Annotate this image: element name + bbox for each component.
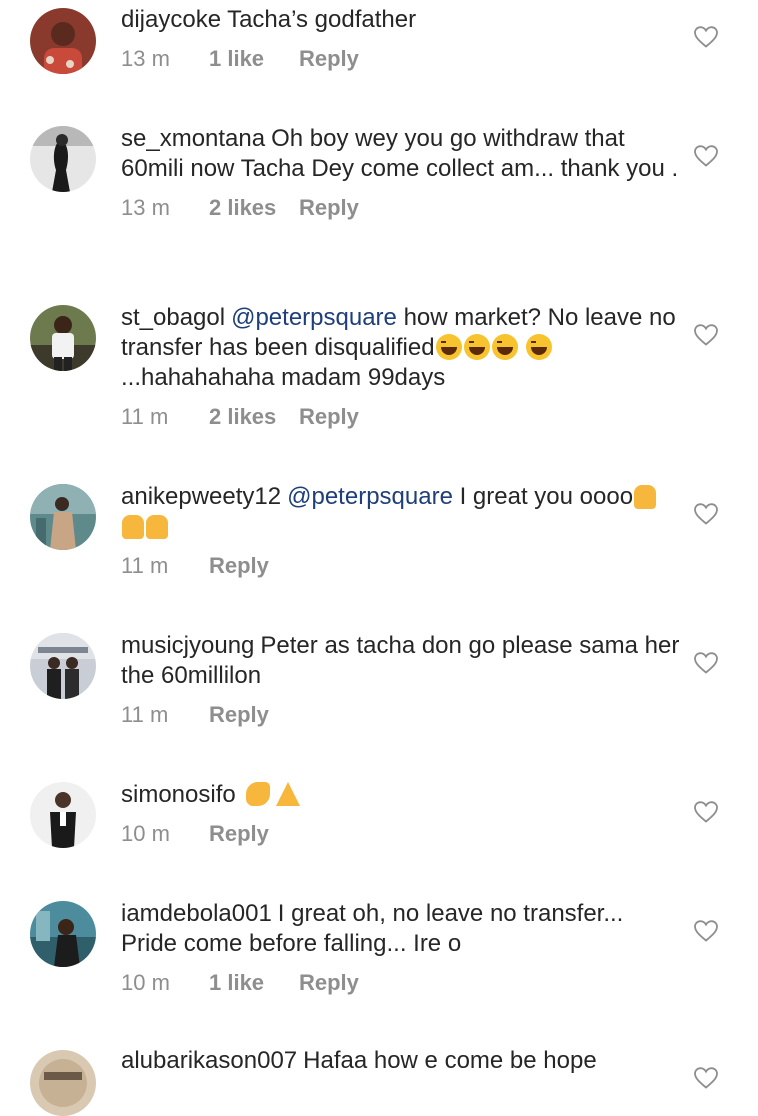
comment-likes[interactable]: 1 like [209,46,299,72]
comment-username[interactable]: dijaycoke [121,6,221,33]
comment-meta: 10 m Reply [121,821,681,847]
comment-meta: 11 m Reply [121,553,681,579]
flexed-biceps-emoji-icon [245,782,270,806]
comment-username[interactable]: simonosifo [121,781,236,808]
reply-button[interactable]: Reply [299,195,359,221]
comment-time: 13 m [121,195,170,220]
heart-outline-icon[interactable] [694,801,718,823]
laughing-emoji-icon [526,334,553,360]
comment-username[interactable]: alubarikason007 [121,1047,297,1074]
praying-hands-emoji-icon [275,782,300,806]
comment-time: 10 m [121,970,170,995]
raising-hands-emoji-icon [146,515,168,539]
comment-time: 13 m [121,46,170,71]
comment-text: st_obagol @peterpsquare how market? No le… [121,304,676,391]
heart-outline-icon[interactable] [694,503,718,525]
comment-username[interactable]: anikepweety12 [121,483,281,510]
comment-username[interactable]: se_xmontana [121,125,265,152]
heart-outline-icon[interactable] [694,652,718,674]
comment-meta: 10 m 1 like Reply [121,970,681,996]
reply-button[interactable]: Reply [299,404,359,430]
heart-outline-icon[interactable] [694,324,718,346]
avatar[interactable] [30,126,96,192]
raising-hands-emoji-icon [122,515,144,539]
heart-outline-icon[interactable] [694,920,718,942]
avatar[interactable] [30,1050,96,1116]
comment-meta: 13 m 2 likes Reply [121,195,681,221]
comment-text: alubarikason007 Hafaa how e come be hope [121,1047,597,1074]
comment-meta: 13 m 1 like Reply [121,46,681,72]
comment-text: anikepweety12 @peterpsquare I great you o… [121,482,681,542]
comment-text: dijaycoke Tacha’s godfather [121,6,417,33]
comment-username[interactable]: st_obagol [121,304,225,331]
heart-outline-icon[interactable] [694,1067,718,1089]
comment-meta: 11 m 2 likes Reply [121,404,681,430]
comment-username[interactable]: musicjyoung [121,632,254,659]
reply-button[interactable]: Reply [299,970,359,996]
comment-mention[interactable]: @peterpsquare [287,483,453,510]
laughing-emoji-icon [435,334,462,360]
comment-mention[interactable]: @peterpsquare [231,304,397,331]
avatar[interactable] [30,8,96,74]
reply-button[interactable]: Reply [209,821,269,847]
avatar[interactable] [30,305,96,371]
comment-text: iamdebola001 I great oh, no leave no tran… [121,900,624,957]
comment-meta: 11 m Reply [121,702,681,728]
avatar[interactable] [30,901,96,967]
heart-outline-icon[interactable] [694,26,718,48]
comment-text: se_xmontana Oh boy wey you go withdraw th… [121,125,679,182]
raising-hands-emoji-icon [634,485,657,509]
comment-likes[interactable]: 2 likes [209,195,299,221]
avatar[interactable] [30,782,96,848]
reply-button[interactable]: Reply [299,46,359,72]
avatar[interactable] [30,633,96,699]
heart-outline-icon[interactable] [694,145,718,167]
reply-button[interactable]: Reply [209,553,269,579]
comment-text: simonosifo [121,780,681,810]
comment-time: 10 m [121,821,170,846]
reply-button[interactable]: Reply [209,702,269,728]
comment-text: musicjyoung Peter as tacha don go please … [121,632,680,689]
comment-time: 11 m [121,404,169,429]
comment-time: 11 m [121,702,169,727]
laughing-emoji-icon [491,334,518,360]
comment-username[interactable]: iamdebola001 [121,900,272,927]
avatar[interactable] [30,484,96,550]
laughing-emoji-icon [463,334,490,360]
comment-likes[interactable]: 2 likes [209,404,299,430]
comment-likes[interactable]: 1 like [209,970,299,996]
comment-time: 11 m [121,553,169,578]
